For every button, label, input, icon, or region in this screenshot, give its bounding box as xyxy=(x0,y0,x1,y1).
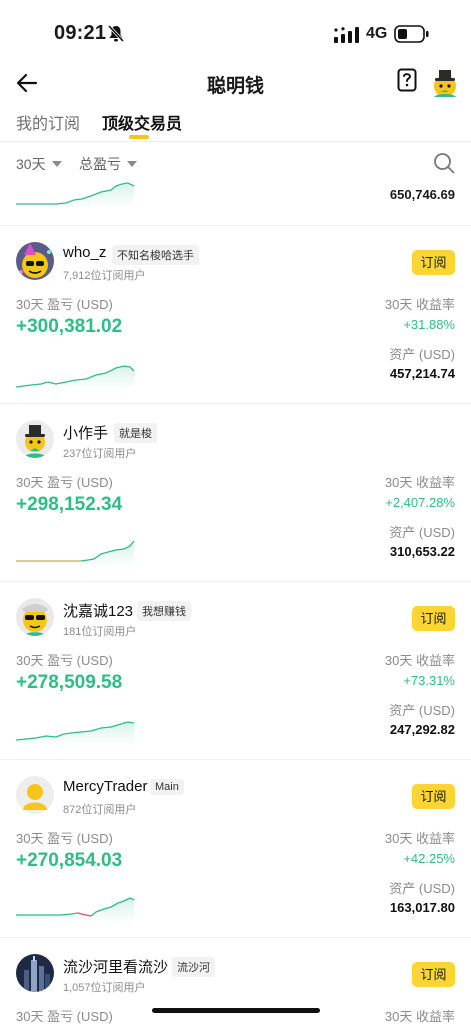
trader-avatar xyxy=(16,420,54,458)
period-filter[interactable]: 30天 xyxy=(16,154,62,174)
trader-tag: Main xyxy=(150,779,184,795)
subscribe-button[interactable]: 订阅 xyxy=(412,962,455,987)
trader-card[interactable]: MercyTrader Main 872位订阅用户 订阅 30天 盈亏 (USD… xyxy=(0,760,471,938)
trader-avatar xyxy=(16,242,54,280)
active-tab-indicator xyxy=(129,135,149,139)
subscriber-count: 237位订阅用户 xyxy=(63,448,137,460)
pnl-sparkline xyxy=(15,710,136,751)
assets-label: 资产 (USD) xyxy=(389,703,455,718)
subscriber-count: 872位订阅用户 xyxy=(63,804,137,816)
assets-label: 资产 (USD) xyxy=(389,881,455,896)
assets-value: 650,746.69 xyxy=(389,187,455,202)
trader-avatar xyxy=(16,776,54,814)
trader-card[interactable]: who_z 不知名梭哈选手 7,912位订阅用户 订阅 30天 盈亏 (USD)… xyxy=(0,226,471,404)
trader-card[interactable]: 沈嘉诚123 我想赚钱 181位订阅用户 订阅 30天 盈亏 (USD) +27… xyxy=(0,582,471,760)
pnl-sparkline xyxy=(16,888,136,929)
subscribe-button[interactable]: 订阅 xyxy=(412,606,455,631)
roi-value: +73.31% xyxy=(403,673,455,688)
assets-value: 163,017.80 xyxy=(389,900,455,915)
pnl-label: 30天 盈亏 (USD) xyxy=(16,1009,113,1024)
home-indicator[interactable] xyxy=(152,1008,320,1013)
pnl-value: +270,854.03 xyxy=(16,850,123,871)
roi-value: +42.25% xyxy=(403,851,455,866)
trader-card-partial[interactable]: 650,746.69 xyxy=(0,178,471,226)
user-avatar[interactable] xyxy=(430,66,460,103)
pnl-sparkline xyxy=(16,178,136,213)
tab-my-subscriptions[interactable]: 我的订阅 xyxy=(16,110,80,134)
roi-label: 30天 收益率 xyxy=(384,653,455,668)
sort-filter[interactable]: 总盈亏 xyxy=(79,154,137,174)
assets-value: 457,214.74 xyxy=(389,366,455,381)
battery-icon xyxy=(394,25,430,48)
assets-label: 资产 (USD) xyxy=(389,347,455,362)
subscribe-button[interactable]: 订阅 xyxy=(412,784,455,809)
trader-name[interactable]: who_z xyxy=(63,244,106,261)
subscriber-count: 181位订阅用户 xyxy=(63,626,137,638)
subscriber-count: 1,057位订阅用户 xyxy=(63,982,146,994)
period-filter-label: 30天 xyxy=(16,156,46,172)
trader-tag: 我想赚钱 xyxy=(137,601,191,621)
pnl-sparkline xyxy=(16,532,136,573)
trader-name[interactable]: 小作手 xyxy=(63,422,108,443)
search-icon[interactable] xyxy=(433,152,455,179)
pnl-value: +278,509.58 xyxy=(16,672,123,693)
roi-value: +31.88% xyxy=(403,317,455,332)
pnl-value: +298,152.34 xyxy=(16,494,123,515)
signal-icon xyxy=(334,27,360,48)
help-document-icon[interactable] xyxy=(397,68,417,97)
pnl-value: +300,381.02 xyxy=(16,316,123,337)
trader-tag: 就是梭 xyxy=(114,423,157,443)
trader-card[interactable]: 小作手 就是梭 237位订阅用户 30天 盈亏 (USD) +298,152.3… xyxy=(0,404,471,582)
network-label: 4G xyxy=(366,25,388,42)
pnl-label: 30天 盈亏 (USD) xyxy=(16,831,113,846)
bell-muted-icon xyxy=(107,24,125,48)
trader-name[interactable]: 沈嘉诚123 xyxy=(63,600,133,621)
chevron-down-icon xyxy=(51,161,62,167)
status-time: 09:21 xyxy=(54,22,107,44)
status-bar: 09:21 4G xyxy=(0,0,471,62)
roi-label: 30天 收益率 xyxy=(384,475,455,490)
subscribe-button[interactable]: 订阅 xyxy=(412,250,455,275)
roi-label: 30天 收益率 xyxy=(384,1009,455,1024)
sort-filter-label: 总盈亏 xyxy=(79,156,121,172)
roi-label: 30天 收益率 xyxy=(384,297,455,312)
tab-bar: 我的订阅 顶级交易员 xyxy=(0,104,471,142)
trader-avatar xyxy=(16,598,54,636)
assets-value: 247,292.82 xyxy=(389,722,455,737)
chevron-down-icon xyxy=(127,161,137,167)
trader-tag: 不知名梭哈选手 xyxy=(112,245,199,265)
trader-tag: 流沙河 xyxy=(172,957,215,977)
assets-value: 310,653.22 xyxy=(389,544,455,559)
pnl-label: 30天 盈亏 (USD) xyxy=(16,475,113,490)
trader-avatar xyxy=(16,954,54,992)
filter-bar: 30天 总盈亏 xyxy=(0,148,471,180)
assets-label: 资产 (USD) xyxy=(389,525,455,540)
pnl-sparkline xyxy=(15,354,136,395)
tab-top-traders[interactable]: 顶级交易员 xyxy=(102,110,182,134)
nav-bar: 聪明钱 xyxy=(0,62,471,104)
trader-name[interactable]: MercyTrader xyxy=(63,778,147,795)
roi-value: +2,407.28% xyxy=(385,495,455,510)
subscriber-count: 7,912位订阅用户 xyxy=(63,270,146,282)
trader-name[interactable]: 流沙河里看流沙 xyxy=(63,956,168,977)
pnl-label: 30天 盈亏 (USD) xyxy=(16,297,113,312)
roi-label: 30天 收益率 xyxy=(384,831,455,846)
pnl-label: 30天 盈亏 (USD) xyxy=(16,653,113,668)
